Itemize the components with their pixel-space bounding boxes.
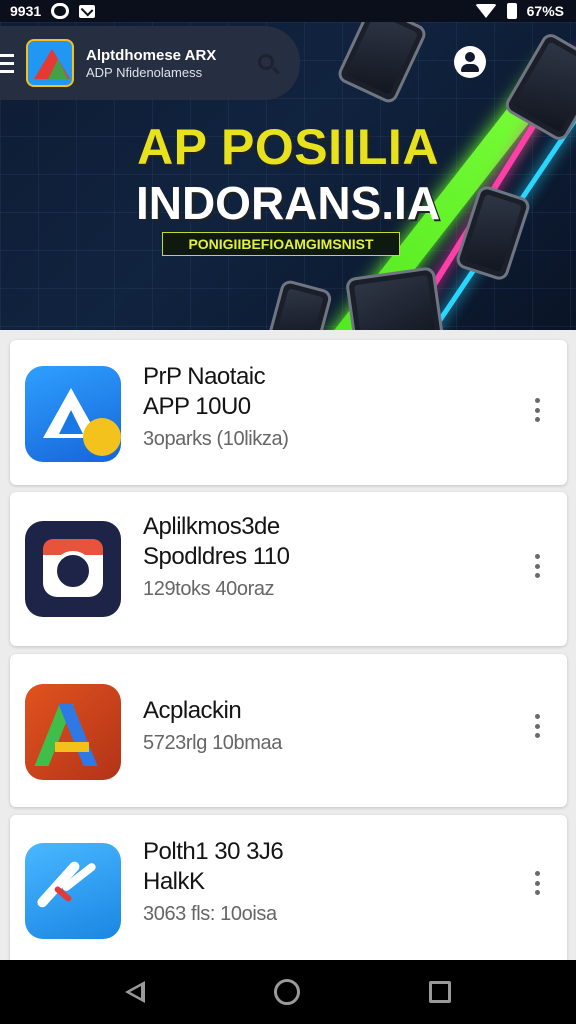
app-name-line2: APP 10U0 (143, 393, 251, 420)
app-card-text: Aplilkmos3de Spodldres 110 129toks 40ora… (143, 512, 290, 606)
app-card[interactable]: Acplackin 5723rlg 10bmaa (10, 654, 567, 807)
battery-icon (506, 3, 517, 19)
app-name-line1: PrP Naotaic (143, 363, 266, 390)
app-meta: 129toks 40oraz (143, 578, 275, 600)
app-name-line2: HalkK (143, 868, 205, 895)
phone-illustration (344, 266, 446, 330)
app-name-line1: Polth1 30 3J6 (143, 838, 284, 865)
hero-tagline: PONIGIIBEFIOAMGIMSNIST (162, 232, 400, 256)
blue-triangle-icon (25, 366, 121, 462)
hero-title-line2: INDORANS.IA (135, 177, 441, 229)
more-options-icon[interactable] (531, 714, 543, 738)
app-card[interactable]: Aplilkmos3de Spodldres 110 129toks 40ora… (10, 492, 567, 646)
menu-icon[interactable] (0, 53, 14, 73)
status-time: 9931 (10, 3, 42, 19)
app-title: Alptdhomese ARX (86, 46, 217, 64)
more-options-icon[interactable] (531, 398, 543, 422)
mail-icon (79, 4, 96, 18)
wifi-icon (474, 4, 497, 18)
app-card-text: PrP Naotaic APP 10U0 3oparks (10likza) (143, 362, 289, 456)
more-options-icon[interactable] (531, 554, 543, 578)
app-card[interactable]: PrP Naotaic APP 10U0 3oparks (10likza) (10, 340, 567, 485)
zigzag-arrow-icon (25, 843, 121, 939)
system-nav-bar (0, 960, 576, 1024)
app-meta: 5723rlg 10bmaa (143, 732, 282, 754)
search-icon[interactable] (258, 54, 274, 70)
letter-a-icon (25, 684, 121, 780)
app-subtitle: ADP Nfidenolamess (86, 64, 203, 80)
app-name-line1: Aplilkmos3de (143, 513, 280, 540)
status-left: 9931 (10, 3, 96, 19)
app-meta: 3063 fls: 10oisa (143, 903, 277, 925)
back-icon[interactable] (124, 981, 145, 1003)
app-card-text: Polth1 30 3J6 HalkK 3063 fls: 10oisa (143, 837, 284, 931)
app-card[interactable]: Polth1 30 3J6 HalkK 3063 fls: 10oisa (10, 815, 567, 965)
notification-icon (51, 3, 70, 19)
battery-percent: 67%S (526, 3, 564, 19)
app-bar: Alptdhomese ARX ADP Nfidenolamess (0, 26, 300, 100)
hero-title-line1: AP POSIILIA (137, 119, 439, 175)
app-bar-text: Alptdhomese ARX ADP Nfidenolamess (86, 47, 216, 80)
camera-icon (25, 521, 121, 617)
home-icon[interactable] (273, 979, 300, 1005)
recents-icon[interactable] (429, 981, 452, 1003)
app-name-line2: Spodldres 110 (143, 543, 290, 570)
app-card-text: Acplackin 5723rlg 10bmaa (143, 696, 282, 760)
app-meta: 3oparks (10likza) (143, 428, 289, 450)
account-icon[interactable] (454, 46, 486, 78)
status-bar: 9931 67%S (0, 0, 576, 22)
app-logo (26, 39, 74, 87)
status-right: 67%S (474, 3, 564, 19)
app-name-line1: Acplackin (143, 697, 242, 724)
more-options-icon[interactable] (531, 871, 543, 895)
